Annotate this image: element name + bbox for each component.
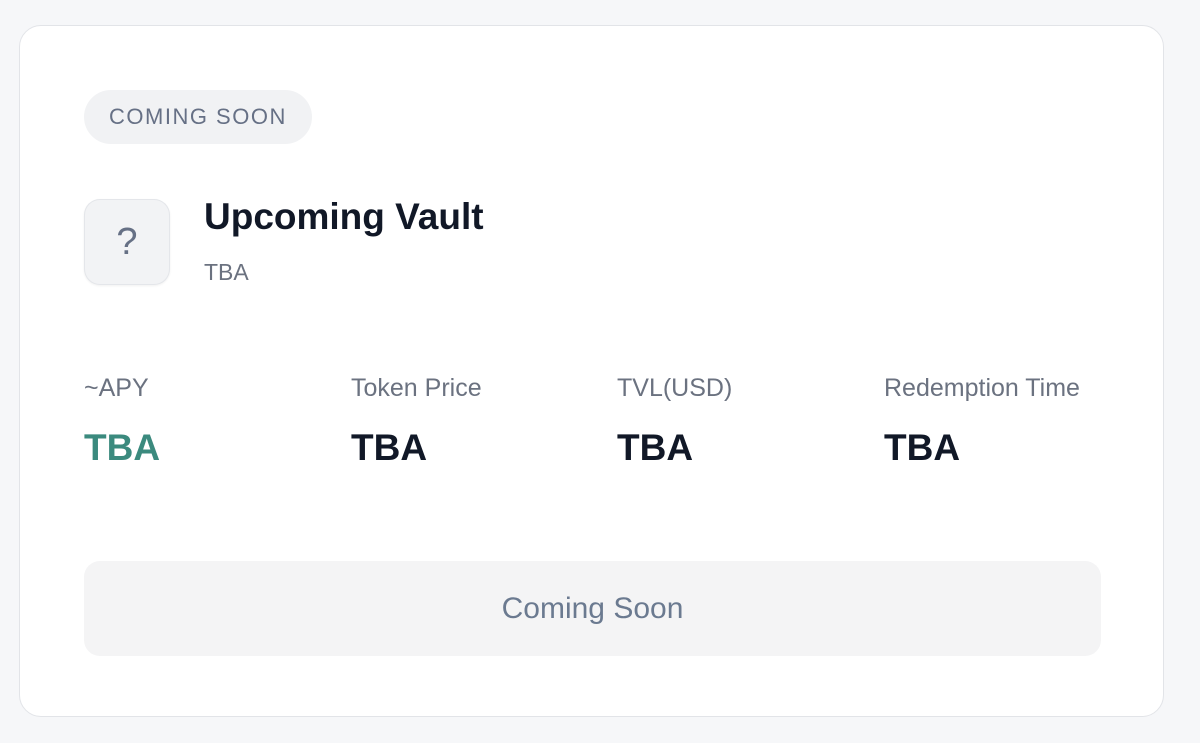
stat-label: Redemption Time	[884, 374, 1080, 402]
status-badge: COMING SOON	[84, 90, 312, 144]
vault-title: Upcoming Vault	[204, 196, 484, 237]
stat-apy: ~APY TBA	[84, 374, 160, 469]
vault-subtitle: TBA	[204, 259, 249, 285]
stat-tvl: TVL(USD) TBA	[617, 374, 732, 469]
coming-soon-button[interactable]: Coming Soon	[84, 561, 1101, 656]
question-icon: ?	[84, 199, 170, 285]
stat-value: TBA	[84, 427, 161, 468]
vault-card: COMING SOON ? Upcoming Vault TBA ~APY TB…	[19, 25, 1164, 717]
stat-label: ~APY	[84, 374, 149, 402]
stat-label: Token Price	[351, 374, 482, 402]
stat-redemption-time: Redemption Time TBA	[884, 374, 1080, 469]
stat-value: TBA	[617, 427, 694, 468]
stat-value: TBA	[351, 427, 428, 468]
stat-value: TBA	[884, 427, 961, 468]
stat-token-price: Token Price TBA	[351, 374, 482, 469]
stats-row: ~APY TBA Token Price TBA TVL(USD) TBA Re…	[84, 374, 1144, 484]
stat-label: TVL(USD)	[617, 374, 733, 402]
